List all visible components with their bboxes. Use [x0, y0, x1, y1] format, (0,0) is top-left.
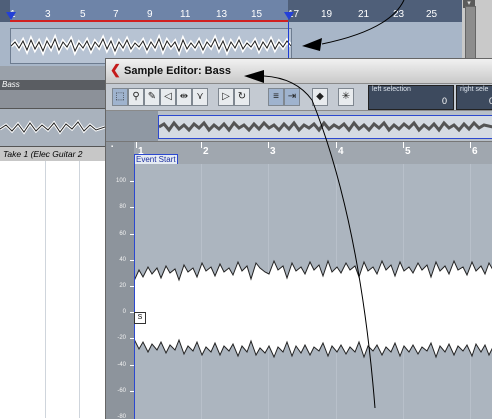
take-label: Take 1 (Elec Guitar 2	[3, 149, 83, 159]
editor-ruler-number: 5	[405, 146, 411, 157]
scale-label: 80	[119, 204, 126, 210]
editor-title-bar[interactable]: ❮ Sample Editor: Bass	[106, 59, 492, 84]
scale-label: 40	[119, 257, 126, 263]
overview-left-area	[106, 111, 158, 141]
scale-label: -40	[117, 362, 126, 368]
main-waveform	[134, 259, 492, 359]
overview-line[interactable]	[106, 111, 492, 142]
grid-line	[79, 161, 80, 418]
project-ruler[interactable]: 1 3 5 7 9 11 13 15 17 19 21 23 25	[0, 0, 462, 22]
right-selection-label: right sele	[460, 86, 489, 93]
editor-ruler[interactable]: ▪ 1 2 3 4 5 6 Event Start	[106, 142, 492, 165]
left-selection-label: left selection	[372, 86, 411, 93]
ruler-number: 21	[358, 9, 370, 20]
autoscroll-icon[interactable]: ⇥	[284, 88, 300, 106]
track-lane	[0, 90, 105, 108]
zoom-icon[interactable]: ⚲	[128, 88, 144, 106]
hitpoint-mode-icon[interactable]: ◆	[312, 88, 328, 106]
scale-label: 100	[115, 178, 126, 184]
right-locator-marker[interactable]	[284, 12, 294, 20]
snap-icon[interactable]: ≡	[268, 88, 284, 106]
ruler-tick	[136, 142, 137, 148]
editor-ruler-number: 3	[270, 146, 276, 157]
left-selection-field[interactable]: left selection 0	[368, 85, 454, 110]
ruler-tick	[470, 142, 471, 148]
ruler-scale-marker: ▪	[111, 144, 114, 150]
overview-view-frame[interactable]	[158, 115, 492, 139]
editor-ruler-number: 2	[203, 146, 209, 157]
snap-zero-icon[interactable]: ✳	[338, 88, 354, 106]
ruler-number: 13	[216, 9, 228, 20]
ruler-number: 7	[113, 9, 119, 20]
scrub-icon[interactable]: ⇹	[176, 88, 192, 106]
track-waveform	[0, 119, 106, 135]
waveform-display[interactable]	[134, 164, 492, 419]
editor-ruler-number: 6	[472, 146, 478, 157]
cubase-logo-icon: ❮	[110, 62, 121, 77]
ruler-number: 5	[80, 9, 86, 20]
hitpoint-icon[interactable]: ⋎	[192, 88, 208, 106]
ruler-number: 23	[393, 9, 405, 20]
overview-waveform	[158, 120, 492, 133]
play-icon[interactable]: ▷	[218, 88, 234, 106]
scale-label: -60	[117, 388, 126, 394]
ruler-number: 19	[321, 9, 333, 20]
scale-label: -80	[117, 414, 126, 420]
project-grid-area[interactable]	[0, 161, 105, 418]
grid-line	[45, 161, 46, 418]
track-name-label: Bass	[2, 80, 20, 89]
window-title: Sample Editor: Bass	[124, 65, 231, 77]
event-start-line	[134, 164, 135, 419]
ruler-number: 15	[251, 9, 263, 20]
pencil-icon[interactable]: ✎	[144, 88, 160, 106]
scale-label: 0	[122, 309, 126, 315]
ruler-number: 25	[426, 9, 438, 20]
track-event-waveform[interactable]	[0, 108, 106, 147]
vertical-scrollbar[interactable]: ▾	[462, 0, 492, 66]
ruler-number: 9	[147, 9, 153, 20]
left-selection-value[interactable]: 0	[442, 96, 447, 106]
scale-label: 60	[119, 231, 126, 237]
amplitude-scale: 100 80 60 40 20 0 -20 -40 -60 -80	[106, 164, 134, 420]
loop-icon[interactable]: ↻	[234, 88, 250, 106]
right-selection-field[interactable]: right sele 0	[456, 85, 492, 110]
editor-ruler-number: 4	[338, 146, 344, 157]
take-lane[interactable]: Take 1 (Elec Guitar 2	[0, 146, 105, 162]
scale-label: 20	[119, 283, 126, 289]
sync-point-marker[interactable]: S	[134, 312, 146, 324]
track-divider-strip	[0, 66, 105, 80]
ruler-tick	[201, 142, 202, 148]
scale-label: -20	[117, 335, 126, 341]
ruler-number: 11	[180, 9, 191, 20]
sample-editor-window[interactable]: ❮ Sample Editor: Bass ⬚ ⚲ ✎ ◁ ⇹ ⋎ ▷ ↻ ≡ …	[105, 58, 492, 420]
ruler-tick	[268, 142, 269, 148]
editor-toolbar: ⬚ ⚲ ✎ ◁ ⇹ ⋎ ▷ ↻ ≡ ⇥ ◆ ✳ left selection 0…	[106, 84, 492, 111]
left-locator-marker[interactable]	[6, 12, 16, 20]
scrollbar-thumb[interactable]	[465, 6, 476, 62]
ruler-tick	[336, 142, 337, 148]
track-name-bass[interactable]: Bass	[0, 80, 105, 90]
ruler-tick	[403, 142, 404, 148]
ruler-bar[interactable]	[134, 142, 492, 164]
range-select-icon[interactable]: ⬚	[112, 88, 128, 106]
ruler-corner: ▪	[106, 142, 134, 164]
ruler-number: 3	[45, 9, 51, 20]
play-speaker-icon[interactable]: ◁	[160, 88, 176, 106]
